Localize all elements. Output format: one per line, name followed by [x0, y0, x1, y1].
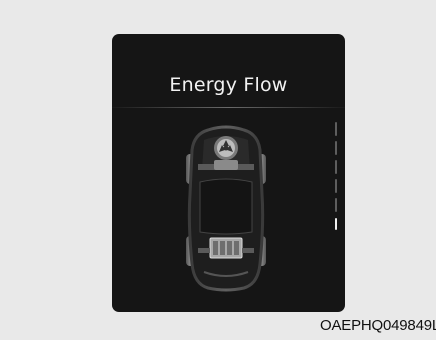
cluster-display: Energy Flow [112, 34, 345, 312]
figure-code: OAEPHQ049849L [320, 317, 436, 334]
screen-title: Energy Flow [169, 74, 288, 96]
page-dot [335, 198, 337, 212]
battery-icon [209, 237, 243, 259]
title-divider [112, 107, 345, 108]
page-indicator [333, 122, 339, 232]
page-dot [335, 141, 337, 155]
page-dot [335, 122, 337, 136]
page-dot-active [335, 218, 337, 230]
engine-icon [214, 136, 238, 160]
page-dot [335, 160, 337, 174]
car-topdown-icon [186, 125, 266, 292]
page-dot [335, 179, 337, 193]
